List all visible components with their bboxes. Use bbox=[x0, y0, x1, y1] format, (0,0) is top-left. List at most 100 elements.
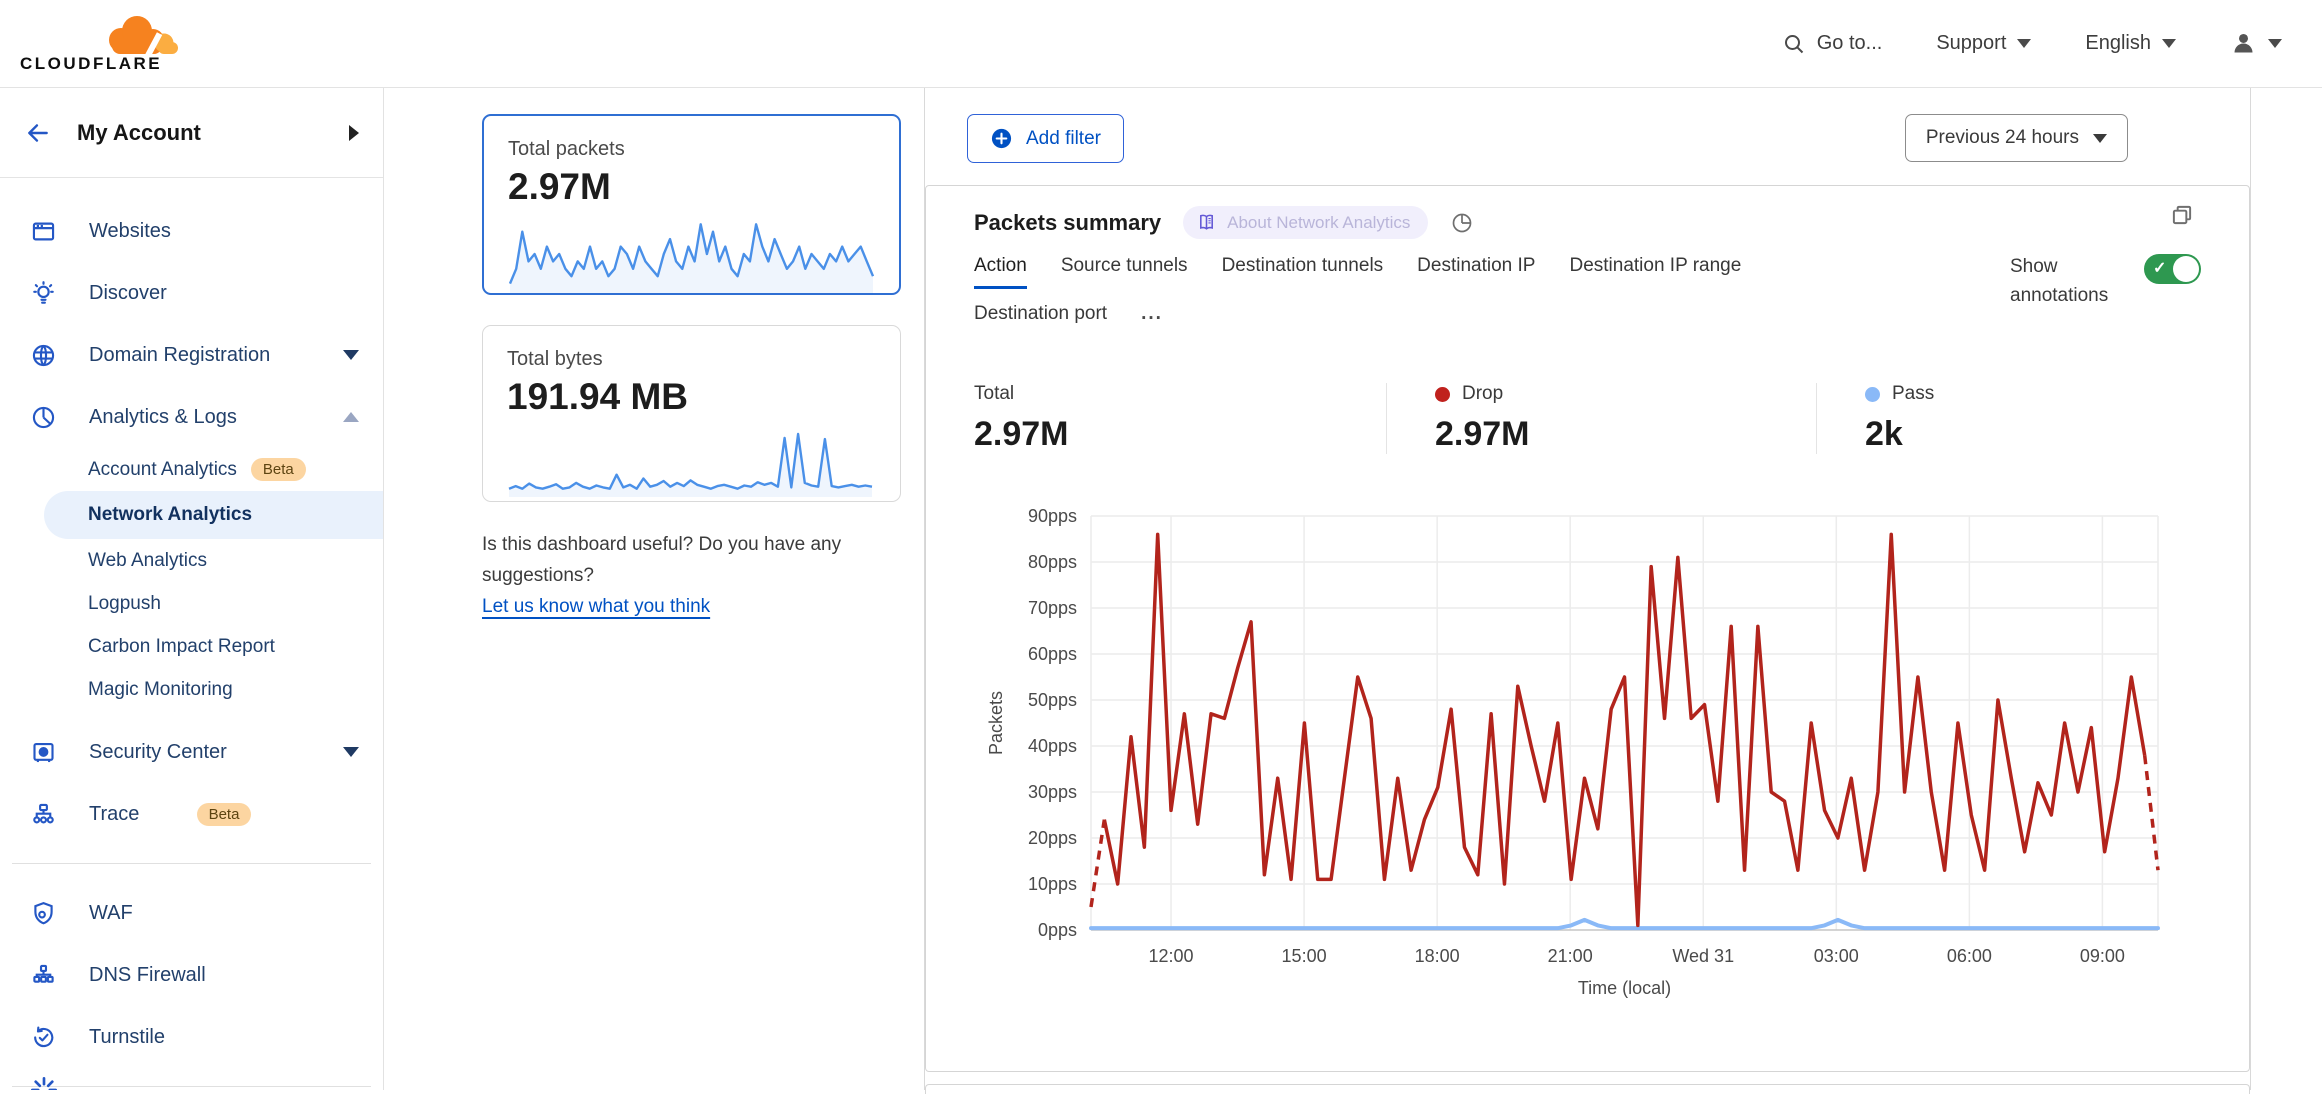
svg-text:21:00: 21:00 bbox=[1548, 946, 1593, 966]
chevron-right-icon[interactable] bbox=[349, 125, 359, 141]
back-arrow-icon[interactable] bbox=[25, 120, 51, 146]
account-menu[interactable] bbox=[2230, 30, 2282, 57]
svg-text:Time (local): Time (local) bbox=[1578, 978, 1671, 998]
show-annotations-toggle[interactable]: ✓ bbox=[2144, 254, 2201, 284]
stat-total-value: 2.97M bbox=[974, 415, 1386, 454]
sidebar-item-dns-firewall[interactable]: DNS Firewall bbox=[0, 944, 383, 1006]
beta-badge: Beta bbox=[197, 803, 252, 826]
sidebar-nav: Websites Discover Domain Registration bbox=[0, 178, 383, 1087]
time-range-dropdown[interactable]: Previous 24 hours bbox=[1905, 114, 2128, 162]
user-icon bbox=[2230, 30, 2257, 57]
total-packets-card[interactable]: Total packets 2.97M bbox=[482, 114, 901, 295]
svg-text:06:00: 06:00 bbox=[1947, 946, 1992, 966]
svg-text:70pps: 70pps bbox=[1028, 598, 1077, 618]
chevron-down-icon bbox=[2017, 39, 2031, 48]
lightbulb-icon bbox=[30, 280, 57, 307]
svg-text:40pps: 40pps bbox=[1028, 736, 1077, 756]
stat-drop-value: 2.97M bbox=[1435, 415, 1816, 454]
svg-text:09:00: 09:00 bbox=[2080, 946, 2125, 966]
sidebar-item-web-analytics[interactable]: Web Analytics bbox=[0, 539, 383, 582]
tab-destination-port[interactable]: Destination port bbox=[974, 303, 1107, 337]
cloudflare-logo[interactable]: CLOUDFLARE bbox=[20, 14, 180, 74]
show-annotations-control: Show annotations ✓ bbox=[2010, 252, 2201, 311]
sidebar-item-analytics-logs[interactable]: Analytics & Logs bbox=[0, 386, 383, 448]
trace-icon bbox=[30, 801, 57, 828]
sidebar-item-waf[interactable]: WAF bbox=[0, 882, 383, 944]
stat-pass: Pass 2k bbox=[1816, 383, 2249, 454]
total-bytes-label: Total bytes bbox=[507, 348, 876, 371]
total-bytes-sparkline bbox=[507, 426, 874, 498]
sidebar-item-domain-registration[interactable]: Domain Registration bbox=[0, 324, 383, 386]
beta-badge: Beta bbox=[251, 458, 306, 481]
total-packets-value: 2.97M bbox=[508, 166, 875, 208]
go-to-label: Go to... bbox=[1817, 32, 1883, 55]
stat-pass-value: 2k bbox=[1865, 415, 2249, 454]
svg-text:90pps: 90pps bbox=[1028, 506, 1077, 526]
go-to-search[interactable]: Go to... bbox=[1782, 32, 1883, 56]
sidebar-item-discover[interactable]: Discover bbox=[0, 262, 383, 324]
pie-chart-icon bbox=[30, 404, 57, 431]
svg-text:50pps: 50pps bbox=[1028, 690, 1077, 710]
sidebar-item-logpush[interactable]: Logpush bbox=[0, 582, 383, 625]
sidebar-item-carbon-impact-report[interactable]: Carbon Impact Report bbox=[0, 625, 383, 668]
more-tabs-button[interactable]: ... bbox=[1141, 303, 1163, 337]
drop-dot bbox=[1435, 387, 1450, 402]
partial-item-icon[interactable] bbox=[30, 1076, 58, 1090]
main-content: Add filter Previous 24 hours Packets sum… bbox=[925, 88, 2322, 1090]
metric-cards-column: Total packets 2.97M Total bytes 191.94 M… bbox=[384, 88, 925, 1090]
packets-summary-panel: Packets summary About Network Analytics bbox=[925, 185, 2250, 1072]
stat-total: Total 2.97M bbox=[926, 383, 1386, 454]
svg-text:30pps: 30pps bbox=[1028, 782, 1077, 802]
total-bytes-card[interactable]: Total bytes 191.94 MB bbox=[482, 325, 901, 502]
language-menu[interactable]: English bbox=[2085, 32, 2176, 55]
websites-icon bbox=[30, 218, 57, 245]
feedback-question: Is this dashboard useful? Do you have an… bbox=[482, 530, 874, 592]
svg-text:10pps: 10pps bbox=[1028, 874, 1077, 894]
sidebar-item-websites[interactable]: Websites bbox=[0, 200, 383, 262]
chevron-down-icon bbox=[2162, 39, 2176, 48]
refresh-check-icon bbox=[30, 1024, 57, 1051]
filter-row: Add filter Previous 24 hours bbox=[925, 88, 2250, 185]
chevron-down-icon bbox=[2093, 134, 2107, 143]
pass-dot bbox=[1865, 387, 1880, 402]
svg-text:80pps: 80pps bbox=[1028, 552, 1077, 572]
divider bbox=[12, 1086, 371, 1087]
shield-gear-icon bbox=[30, 900, 57, 927]
language-label: English bbox=[2085, 32, 2151, 55]
sidebar-item-network-analytics[interactable]: Network Analytics bbox=[44, 491, 383, 539]
sidebar: My Account Websites Discover bbox=[0, 88, 384, 1090]
stat-total-label: Total bbox=[974, 383, 1014, 405]
sidebar-item-security-center[interactable]: Security Center bbox=[0, 721, 383, 783]
duplicate-icon[interactable] bbox=[2169, 202, 2195, 233]
chart-type-icon[interactable] bbox=[1450, 211, 1474, 235]
about-network-analytics-badge[interactable]: About Network Analytics bbox=[1183, 206, 1428, 239]
account-title: My Account bbox=[77, 120, 349, 146]
sidebar-item-turnstile[interactable]: Turnstile bbox=[0, 1006, 383, 1068]
tab-action[interactable]: Action bbox=[974, 255, 1027, 289]
svg-text:0pps: 0pps bbox=[1038, 920, 1077, 940]
cloudflare-wordmark: CLOUDFLARE bbox=[20, 54, 162, 74]
sidebar-item-account-analytics[interactable]: Account Analytics Beta bbox=[0, 448, 383, 491]
book-icon bbox=[1196, 212, 1217, 233]
support-menu[interactable]: Support bbox=[1936, 32, 2031, 55]
tab-destination-ip-range[interactable]: Destination IP range bbox=[1569, 255, 1741, 289]
total-packets-label: Total packets bbox=[508, 138, 875, 161]
svg-text:12:00: 12:00 bbox=[1149, 946, 1194, 966]
cloudflare-cloud-icon bbox=[98, 14, 180, 56]
chevron-down-icon bbox=[2268, 39, 2282, 48]
sidebar-header: My Account bbox=[0, 88, 383, 178]
tab-source-tunnels[interactable]: Source tunnels bbox=[1061, 255, 1188, 289]
sidebar-item-trace[interactable]: Trace Beta bbox=[0, 783, 383, 845]
stat-pass-label: Pass bbox=[1892, 383, 1934, 405]
chevron-down-icon bbox=[343, 350, 359, 360]
feedback-link[interactable]: Let us know what you think bbox=[482, 596, 710, 617]
add-filter-button[interactable]: Add filter bbox=[967, 114, 1124, 163]
packets-time-series: 12:0015:0018:0021:00Wed 3103:0006:0009:0… bbox=[926, 498, 2249, 998]
tab-destination-ip[interactable]: Destination IP bbox=[1417, 255, 1535, 289]
stat-drop: Drop 2.97M bbox=[1386, 383, 1816, 454]
tab-destination-tunnels[interactable]: Destination tunnels bbox=[1222, 255, 1384, 289]
safe-icon bbox=[30, 739, 57, 766]
sidebar-item-magic-monitoring[interactable]: Magic Monitoring bbox=[0, 668, 383, 711]
panel-title: Packets summary bbox=[974, 210, 1161, 236]
show-annotations-label: Show annotations bbox=[2010, 252, 2122, 311]
